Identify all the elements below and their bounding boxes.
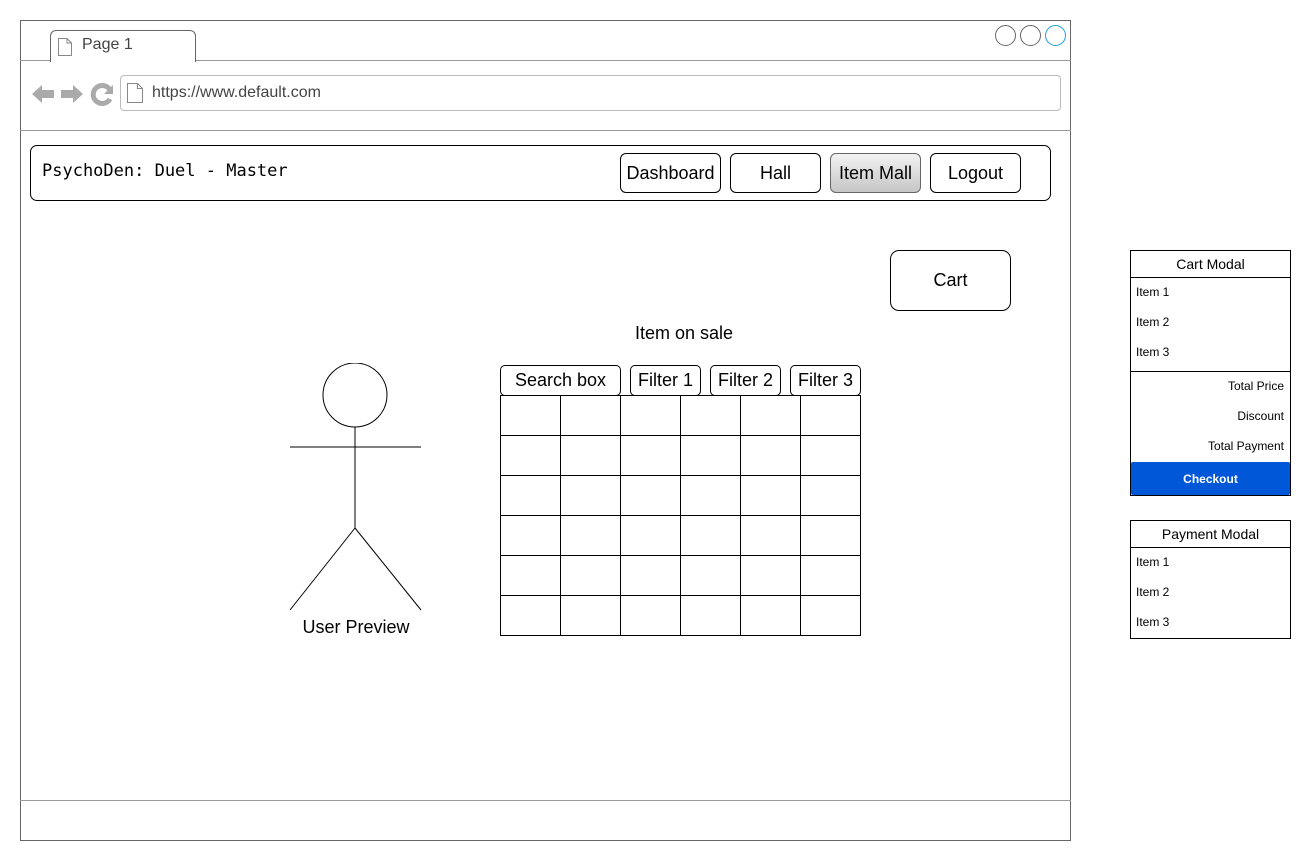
- status-bar-divider: [20, 800, 1071, 801]
- item-slot[interactable]: [621, 396, 681, 436]
- discount-label: Discount: [1237, 409, 1284, 423]
- item-slot[interactable]: [561, 476, 621, 516]
- item-slot[interactable]: [501, 596, 561, 636]
- cart-item[interactable]: Item 3: [1131, 338, 1290, 368]
- item-grid: [500, 395, 861, 636]
- item-slot[interactable]: [681, 396, 741, 436]
- item-slot[interactable]: [801, 556, 861, 596]
- item-slot[interactable]: [801, 596, 861, 636]
- item-slot[interactable]: [501, 556, 561, 596]
- item-slot[interactable]: [621, 516, 681, 556]
- item-slot[interactable]: [741, 516, 801, 556]
- tab-label: Page 1: [82, 36, 133, 53]
- item-slot[interactable]: [501, 516, 561, 556]
- cart-modal: Cart Modal Item 1 Item 2 Item 3 Total Pr…: [1130, 250, 1291, 496]
- item-slot[interactable]: [801, 516, 861, 556]
- item-slot[interactable]: [561, 556, 621, 596]
- item-slot[interactable]: [801, 476, 861, 516]
- item-slot[interactable]: [741, 596, 801, 636]
- item-slot[interactable]: [681, 436, 741, 476]
- total-payment-label: Total Payment: [1207, 439, 1284, 453]
- toolbar-divider: [20, 130, 1071, 131]
- back-arrow-icon[interactable]: [31, 82, 55, 106]
- filter-2-button[interactable]: Filter 2: [710, 365, 781, 396]
- app-title: PsychoDen: Duel - Master: [42, 161, 288, 181]
- nav-item-mall-button[interactable]: Item Mall: [830, 153, 921, 193]
- item-slot[interactable]: [621, 476, 681, 516]
- item-slot[interactable]: [741, 556, 801, 596]
- forward-arrow-icon[interactable]: [60, 82, 84, 106]
- payment-modal: Payment Modal Item 1 Item 2 Item 3: [1130, 520, 1291, 639]
- item-slot[interactable]: [501, 436, 561, 476]
- payment-modal-title: Payment Modal: [1131, 521, 1290, 548]
- item-slot[interactable]: [621, 596, 681, 636]
- item-slot[interactable]: [561, 436, 621, 476]
- checkout-button[interactable]: Checkout: [1131, 462, 1290, 495]
- page-icon: [58, 38, 72, 56]
- cart-item[interactable]: Item 1: [1131, 278, 1290, 308]
- items-on-sale-title: Item on sale: [634, 323, 734, 343]
- item-slot[interactable]: [681, 516, 741, 556]
- item-slot[interactable]: [501, 396, 561, 436]
- item-slot[interactable]: [801, 396, 861, 436]
- payment-item[interactable]: Item 1: [1131, 548, 1290, 578]
- item-slot[interactable]: [621, 556, 681, 596]
- item-slot[interactable]: [681, 596, 741, 636]
- item-slot[interactable]: [741, 436, 801, 476]
- item-slot[interactable]: [621, 436, 681, 476]
- cart-modal-title: Cart Modal: [1131, 251, 1290, 278]
- item-slot[interactable]: [741, 396, 801, 436]
- filter-1-button[interactable]: Filter 1: [630, 365, 701, 396]
- item-slot[interactable]: [681, 476, 741, 516]
- item-slot[interactable]: [741, 476, 801, 516]
- total-price-label: Total Price: [1227, 379, 1284, 393]
- search-box[interactable]: Search box: [500, 365, 621, 396]
- item-slot[interactable]: [681, 556, 741, 596]
- minimize-window-icon[interactable]: [995, 25, 1016, 46]
- maximize-window-icon[interactable]: [1020, 25, 1041, 46]
- cart-item[interactable]: Item 2: [1131, 308, 1290, 338]
- item-slot[interactable]: [561, 596, 621, 636]
- close-window-icon[interactable]: [1045, 25, 1066, 46]
- browser-tab[interactable]: Page 1: [50, 30, 196, 62]
- url-text: https://www.default.com: [152, 84, 321, 101]
- item-slot[interactable]: [561, 516, 621, 556]
- payment-item[interactable]: Item 3: [1131, 608, 1290, 638]
- item-slot[interactable]: [501, 476, 561, 516]
- item-slot[interactable]: [801, 436, 861, 476]
- item-slot[interactable]: [561, 396, 621, 436]
- payment-item[interactable]: Item 2: [1131, 578, 1290, 608]
- nav-logout-button[interactable]: Logout: [930, 153, 1021, 193]
- nav-dashboard-button[interactable]: Dashboard: [620, 153, 721, 193]
- user-preview-label: User Preview: [302, 617, 410, 637]
- page-icon: [127, 83, 143, 103]
- url-bar[interactable]: https://www.default.com: [120, 75, 1061, 111]
- reload-icon[interactable]: [90, 82, 114, 106]
- user-avatar-figure: [289, 363, 422, 611]
- cart-button[interactable]: Cart: [890, 250, 1011, 311]
- nav-hall-button[interactable]: Hall: [730, 153, 821, 193]
- filter-3-button[interactable]: Filter 3: [790, 365, 861, 396]
